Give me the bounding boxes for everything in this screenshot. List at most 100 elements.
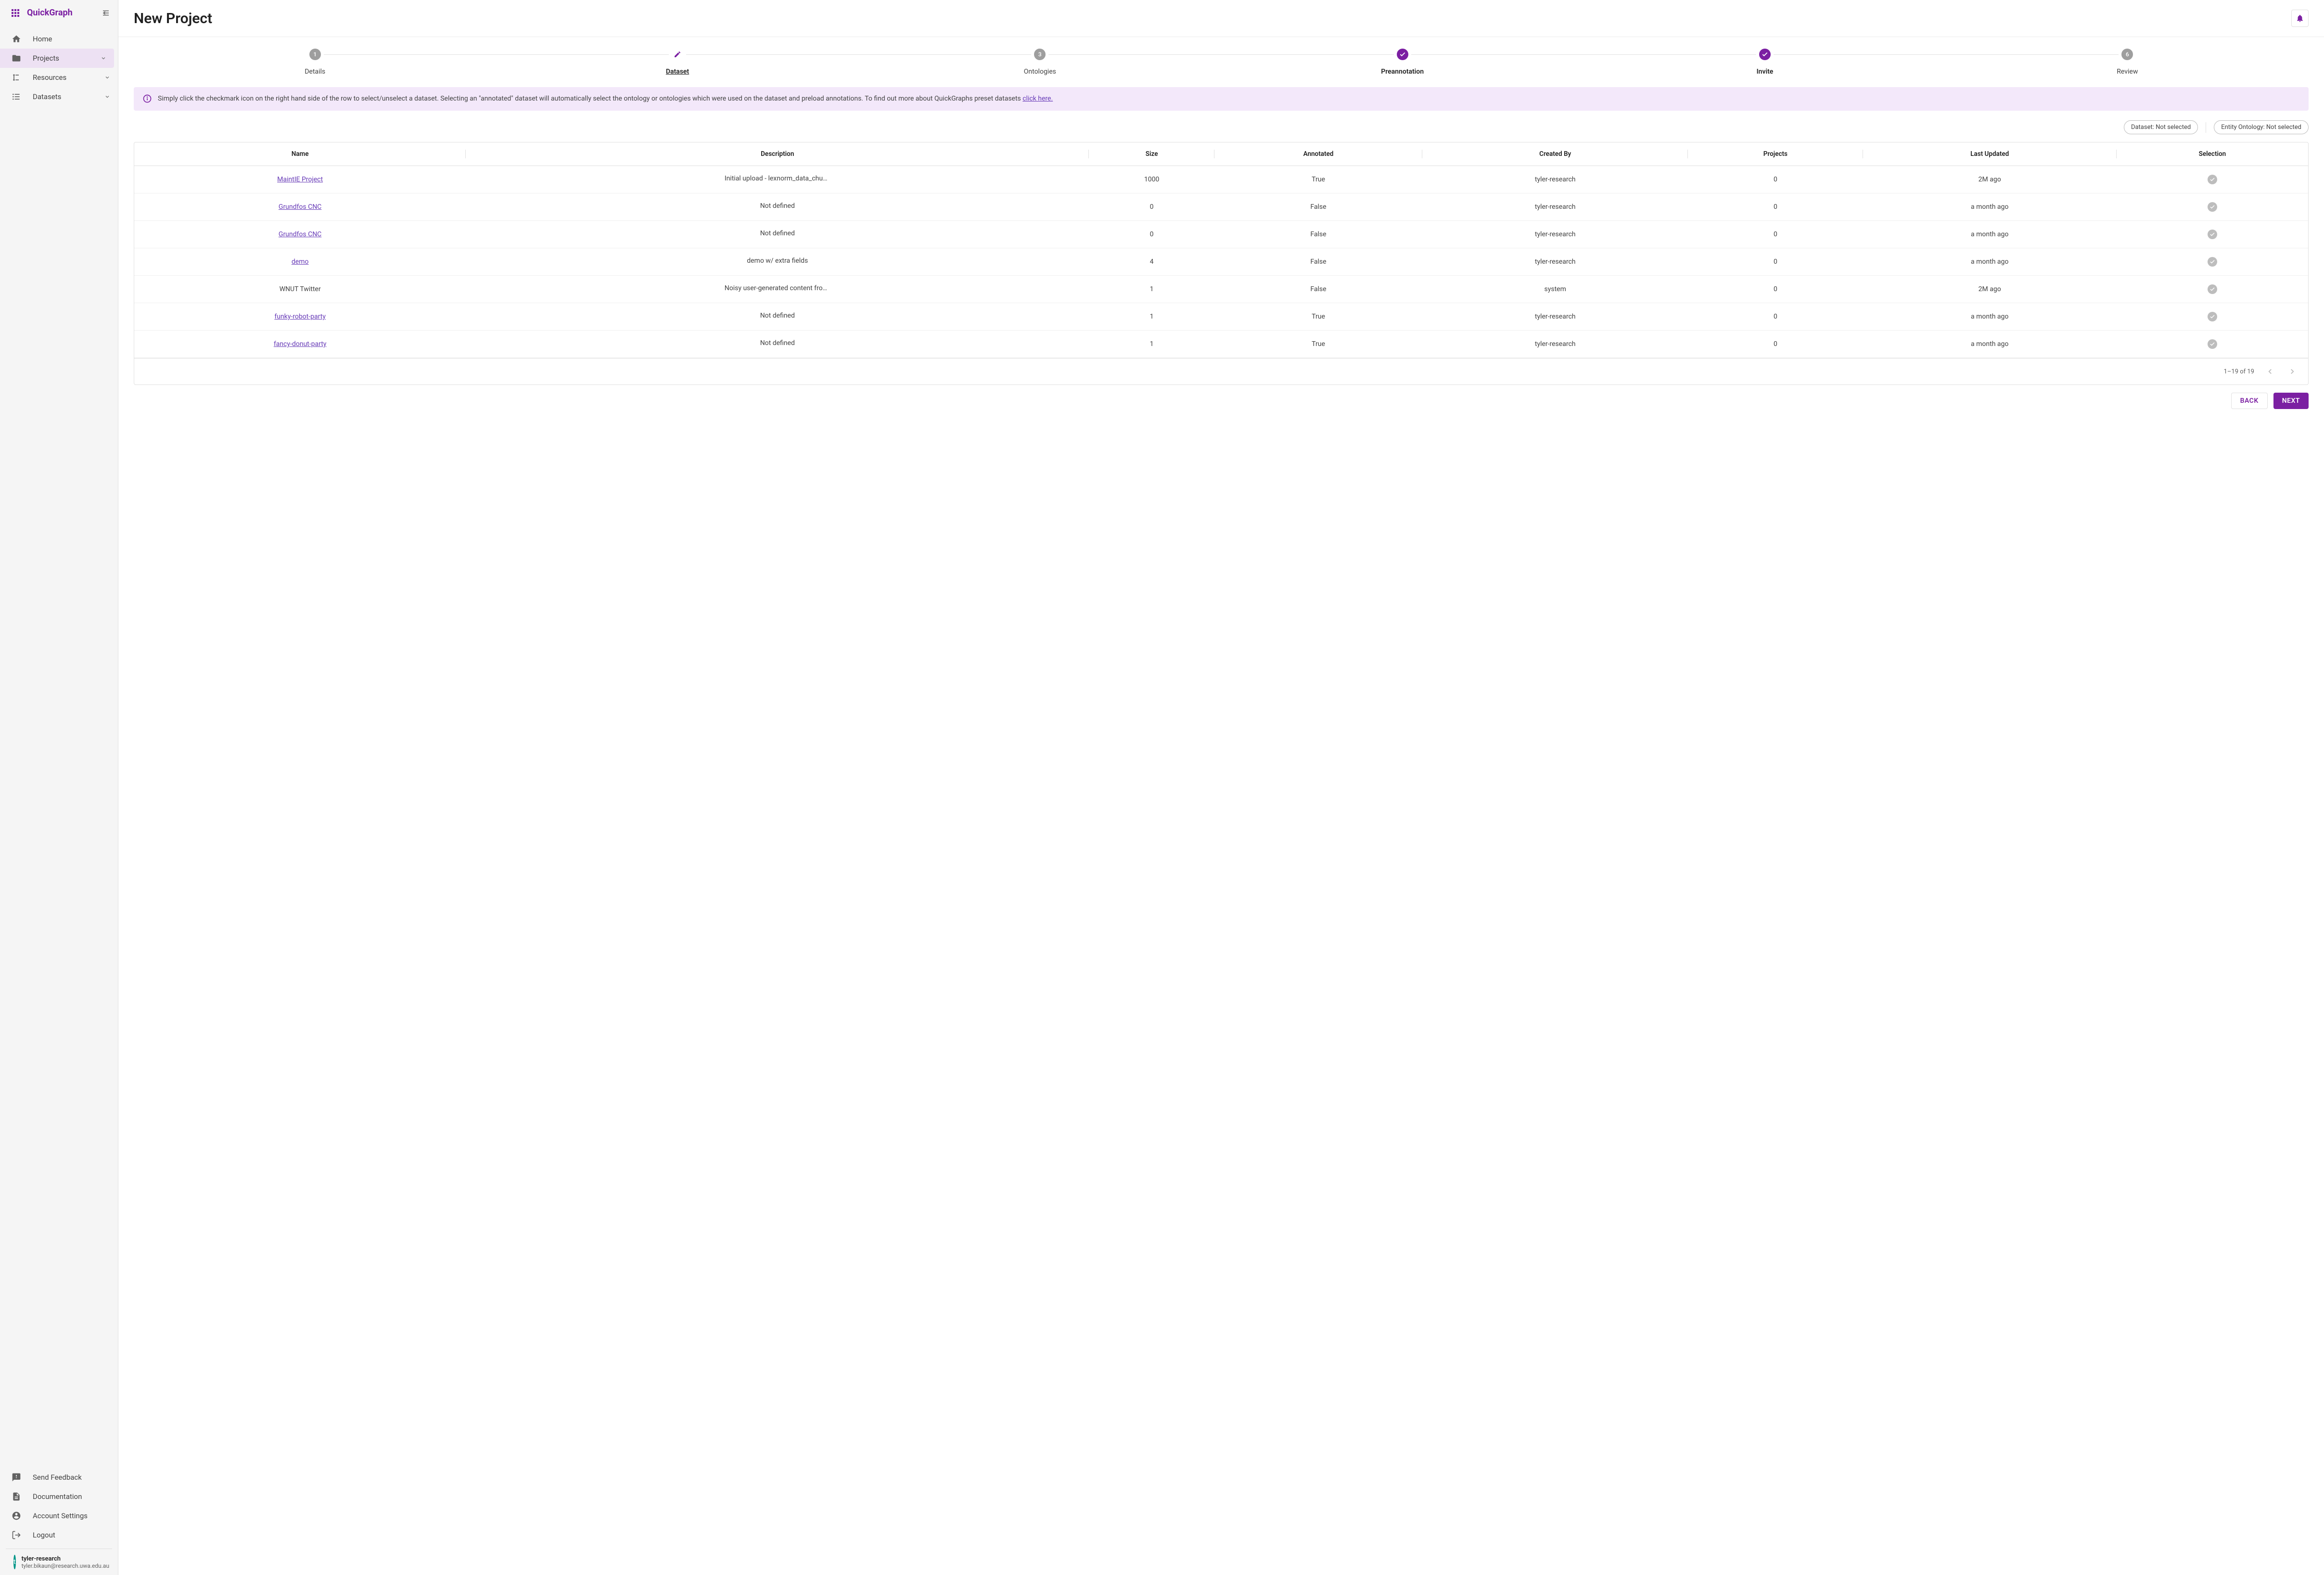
info-text: Simply click the checkmark icon on the r… xyxy=(158,94,1053,104)
sidebar-item-label: Home xyxy=(33,35,110,43)
column-header-last-updated[interactable]: Last Updated xyxy=(1863,142,2117,166)
step-label: Review xyxy=(1946,68,2309,76)
next-page-button[interactable] xyxy=(2286,365,2298,378)
info-link[interactable]: click here. xyxy=(1022,95,1053,102)
bell-icon xyxy=(2296,14,2304,23)
column-header-size[interactable]: Size xyxy=(1089,142,1214,166)
pagination-range: 1–19 of 19 xyxy=(2224,368,2254,375)
sidebar-item-projects[interactable]: Projects xyxy=(0,49,114,68)
dataset-updated: 2M ago xyxy=(1863,166,2117,193)
step-preannotation[interactable]: Preannotation xyxy=(1221,49,1583,76)
dataset-projects: 0 xyxy=(1688,331,1863,358)
dataset-annotated: False xyxy=(1214,276,1422,303)
select-dataset-button[interactable] xyxy=(2208,257,2217,267)
ontology-selection-chip[interactable]: Entity Ontology: Not selected xyxy=(2214,120,2309,134)
select-dataset-button[interactable] xyxy=(2208,202,2217,212)
dataset-created-by: tyler-research xyxy=(1422,248,1688,276)
dataset-annotated: True xyxy=(1214,166,1422,193)
sidebar-item-label: Documentation xyxy=(33,1492,110,1501)
step-number: 3 xyxy=(1034,49,1046,60)
account-icon xyxy=(12,1511,21,1521)
user-profile-row[interactable]: t tyler-research tyler.bikaun@research.u… xyxy=(6,1549,112,1575)
dataset-name-link[interactable]: funky-robot-party xyxy=(274,313,326,320)
step-ontologies[interactable]: 3 Ontologies xyxy=(859,49,1221,76)
dataset-annotated: False xyxy=(1214,248,1422,276)
select-dataset-button[interactable] xyxy=(2208,284,2217,294)
dataset-size: 4 xyxy=(1089,248,1214,276)
table-row: Grundfos CNCNot defined0Falsetyler-resea… xyxy=(134,221,2308,248)
dataset-size: 1 xyxy=(1089,276,1214,303)
sidebar-item-logout[interactable]: Logout xyxy=(0,1525,118,1545)
check-icon xyxy=(2209,341,2215,347)
step-review[interactable]: 6 Review xyxy=(1946,49,2309,76)
step-label: Ontologies xyxy=(859,68,1221,76)
table-row: demodemo w/ extra fields4Falsetyler-rese… xyxy=(134,248,2308,276)
sidebar-item-label: Account Settings xyxy=(33,1511,110,1520)
table-row: MaintIE ProjectInitial upload - lexnorm_… xyxy=(134,166,2308,193)
dataset-created-by: tyler-research xyxy=(1422,166,1688,193)
step-invite[interactable]: Invite xyxy=(1583,49,1946,76)
step-number: 6 xyxy=(2121,49,2133,60)
column-header-selection[interactable]: Selection xyxy=(2117,142,2308,166)
folder-icon xyxy=(12,53,21,63)
dataset-name-link[interactable]: Grundfos CNC xyxy=(279,230,321,238)
dataset-updated: a month ago xyxy=(1863,248,2117,276)
dataset-description: Not defined xyxy=(760,339,795,347)
doc-icon xyxy=(12,1492,21,1501)
dataset-selection-chip[interactable]: Dataset: Not selected xyxy=(2124,120,2198,134)
notifications-button[interactable] xyxy=(2291,10,2309,27)
sidebar-item-datasets[interactable]: Datasets xyxy=(0,87,118,106)
dataset-projects: 0 xyxy=(1688,193,1863,221)
avatar: t xyxy=(13,1555,16,1569)
step-details[interactable]: 1Details xyxy=(134,49,496,76)
dataset-size: 1 xyxy=(1089,331,1214,358)
prev-page-button[interactable] xyxy=(2264,365,2276,378)
step-dataset[interactable]: Dataset xyxy=(496,49,858,76)
dataset-created-by: tyler-research xyxy=(1422,303,1688,331)
step-label: Invite xyxy=(1583,68,1946,76)
step-number: 1 xyxy=(309,49,321,60)
dataset-name-link[interactable]: MaintIE Project xyxy=(277,176,323,183)
column-header-projects[interactable]: Projects xyxy=(1688,142,1863,166)
topbar: New Project xyxy=(118,0,2324,37)
table-header-row: NameDescriptionSizeAnnotatedCreated ByPr… xyxy=(134,142,2308,166)
sidebar-item-documentation[interactable]: Documentation xyxy=(0,1487,118,1506)
dataset-description: Not defined xyxy=(760,230,795,237)
column-header-created-by[interactable]: Created By xyxy=(1422,142,1688,166)
dataset-name: WNUT Twitter xyxy=(280,285,321,293)
back-button[interactable]: BACK xyxy=(2231,393,2268,409)
sidebar-item-home[interactable]: Home xyxy=(0,29,118,49)
sidebar-item-send-feedback[interactable]: Send Feedback xyxy=(0,1468,118,1487)
select-dataset-button[interactable] xyxy=(2208,339,2217,349)
sidebar-item-label: Logout xyxy=(33,1531,110,1539)
sidebar-item-resources[interactable]: Resources xyxy=(0,68,118,87)
check-icon xyxy=(2209,204,2215,210)
dataset-created-by: tyler-research xyxy=(1422,221,1688,248)
dataset-name-link[interactable]: fancy-donut-party xyxy=(274,340,327,348)
column-header-annotated[interactable]: Annotated xyxy=(1214,142,1422,166)
check-icon xyxy=(1397,49,1408,60)
dataset-annotated: True xyxy=(1214,331,1422,358)
dataset-description: Not defined xyxy=(760,202,795,210)
next-button[interactable]: NEXT xyxy=(2273,393,2309,409)
sidebar-header: QuickGraph xyxy=(0,0,118,26)
sidebar-item-label: Resources xyxy=(33,73,93,82)
dataset-projects: 0 xyxy=(1688,166,1863,193)
select-dataset-button[interactable] xyxy=(2208,175,2217,184)
dataset-projects: 0 xyxy=(1688,303,1863,331)
sidebar-collapse-button[interactable] xyxy=(102,9,110,17)
select-dataset-button[interactable] xyxy=(2208,312,2217,321)
list-icon xyxy=(12,92,21,102)
brand-name: QuickGraph xyxy=(27,8,94,18)
table-row: fancy-donut-partyNot defined1Truetyler-r… xyxy=(134,331,2308,358)
dataset-name-link[interactable]: demo xyxy=(292,258,309,266)
chevron-right-icon xyxy=(2288,367,2297,376)
sidebar-item-account-settings[interactable]: Account Settings xyxy=(0,1506,118,1525)
select-dataset-button[interactable] xyxy=(2208,230,2217,239)
chevron-down-icon xyxy=(101,55,106,61)
sidebar-item-label: Send Feedback xyxy=(33,1473,110,1482)
column-header-name[interactable]: Name xyxy=(134,142,466,166)
column-header-description[interactable]: Description xyxy=(466,142,1089,166)
dataset-name-link[interactable]: Grundfos CNC xyxy=(279,203,321,211)
table-row: WNUT TwitterNoisy user-generated content… xyxy=(134,276,2308,303)
